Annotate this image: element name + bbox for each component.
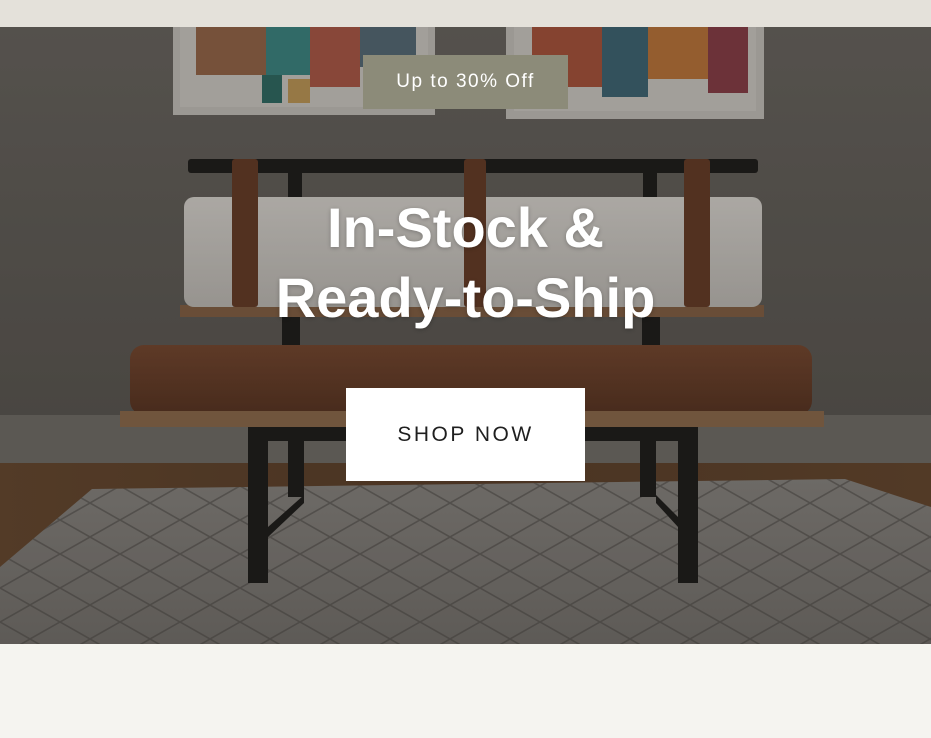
shop-now-button[interactable]: SHOP NOW: [346, 388, 585, 481]
top-strip: [0, 0, 931, 27]
promo-badge: Up to 30% Off: [363, 55, 568, 109]
headline-line-1: In-Stock &: [327, 196, 604, 259]
hero-overlay: [0, 27, 931, 644]
hero-banner[interactable]: Up to 30% Off In-Stock & Ready-to-Ship S…: [0, 27, 931, 644]
hero-headline: In-Stock & Ready-to-Ship: [0, 193, 931, 333]
headline-line-2: Ready-to-Ship: [275, 266, 656, 329]
content-below-hero: [0, 644, 931, 738]
